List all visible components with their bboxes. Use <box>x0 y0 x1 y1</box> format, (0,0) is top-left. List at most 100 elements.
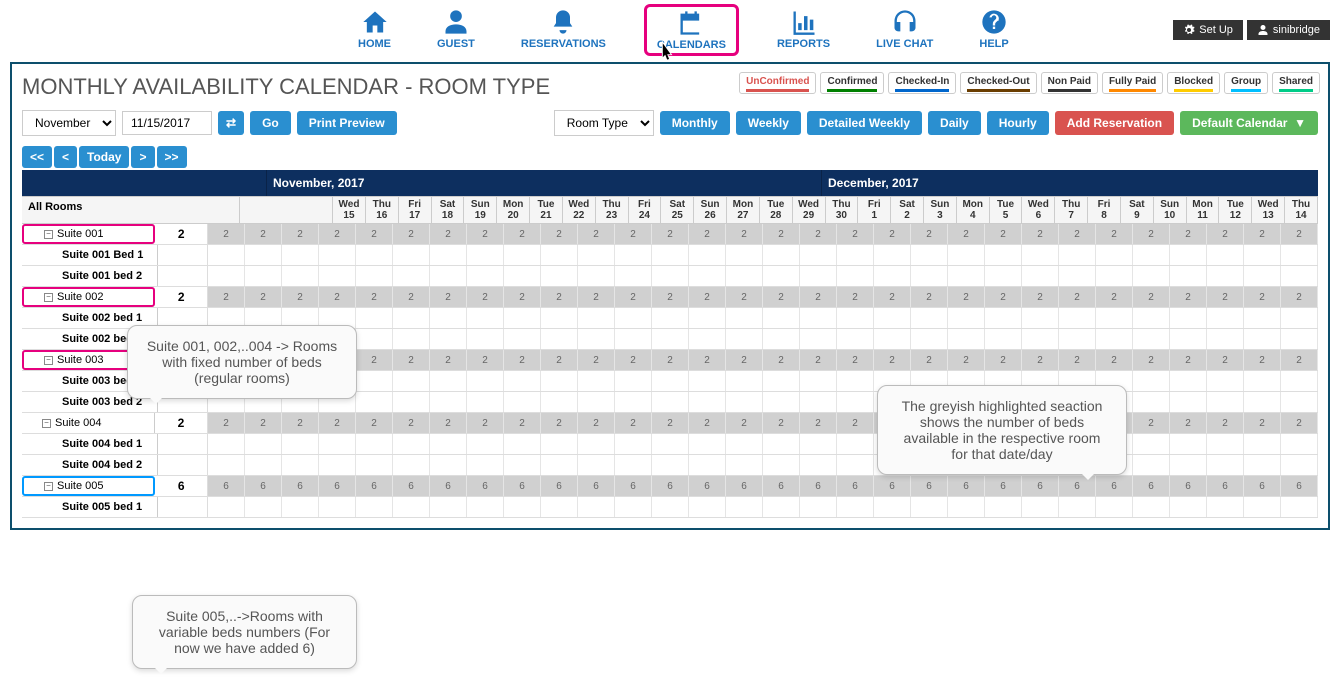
grid-cell[interactable]: 2 <box>985 350 1022 370</box>
grid-cell[interactable] <box>726 245 763 265</box>
grid-cell[interactable]: 2 <box>763 350 800 370</box>
grid-cell[interactable]: 2 <box>1207 350 1244 370</box>
grid-cell[interactable]: 6 <box>652 476 689 496</box>
grid-cell[interactable] <box>911 308 948 328</box>
grid-cell[interactable] <box>800 308 837 328</box>
grid-cell[interactable] <box>948 266 985 286</box>
grid-cell[interactable] <box>578 245 615 265</box>
grid-cell[interactable] <box>541 434 578 454</box>
grid-cell[interactable] <box>1207 245 1244 265</box>
grid-cell[interactable] <box>356 392 393 412</box>
grid-cell[interactable]: 2 <box>578 350 615 370</box>
grid-cell[interactable] <box>652 266 689 286</box>
grid-cell[interactable] <box>356 266 393 286</box>
grid-cell[interactable]: 2 <box>578 224 615 244</box>
grid-cell[interactable]: 6 <box>874 476 911 496</box>
grid-cell[interactable]: 2 <box>541 413 578 433</box>
monthly-button[interactable]: Monthly <box>660 111 730 135</box>
grid-cell[interactable] <box>282 455 319 475</box>
grid-cell[interactable] <box>356 329 393 349</box>
grid-cell[interactable] <box>615 455 652 475</box>
nav-guest[interactable]: GUEST <box>429 4 483 56</box>
grid-cell[interactable] <box>763 497 800 517</box>
grid-cell[interactable]: 2 <box>1133 413 1170 433</box>
grid-cell[interactable] <box>652 371 689 391</box>
grid-cell[interactable] <box>504 266 541 286</box>
grid-cell[interactable] <box>319 266 356 286</box>
print-preview-button[interactable]: Print Preview <box>297 111 397 135</box>
grid-cell[interactable] <box>245 434 282 454</box>
next2-button[interactable]: >> <box>157 146 187 168</box>
grid-cell[interactable] <box>430 245 467 265</box>
row-label[interactable]: −Suite 004 <box>22 413 155 433</box>
grid-cell[interactable] <box>1059 266 1096 286</box>
grid-cell[interactable] <box>689 266 726 286</box>
grid-cell[interactable] <box>1244 266 1281 286</box>
grid-cell[interactable] <box>800 371 837 391</box>
grid-cell[interactable]: 2 <box>356 287 393 307</box>
collapse-icon[interactable]: − <box>44 293 53 302</box>
grid-cell[interactable]: 2 <box>763 224 800 244</box>
grid-cell[interactable] <box>1281 308 1318 328</box>
grid-cell[interactable] <box>356 371 393 391</box>
grid-cell[interactable] <box>578 434 615 454</box>
grid-cell[interactable] <box>911 329 948 349</box>
grid-cell[interactable] <box>911 497 948 517</box>
grid-cell[interactable] <box>800 434 837 454</box>
grid-cell[interactable]: 2 <box>911 224 948 244</box>
grid-cell[interactable]: 2 <box>356 350 393 370</box>
grid-cell[interactable]: 2 <box>615 224 652 244</box>
grid-cell[interactable]: 2 <box>652 287 689 307</box>
grid-cell[interactable] <box>393 455 430 475</box>
grid-cell[interactable]: 2 <box>800 224 837 244</box>
grid-cell[interactable]: 6 <box>319 476 356 496</box>
grid-cell[interactable] <box>763 434 800 454</box>
grid-cell[interactable] <box>1170 245 1207 265</box>
grid-cell[interactable] <box>430 371 467 391</box>
grid-cell[interactable] <box>1133 392 1170 412</box>
grid-cell[interactable] <box>652 308 689 328</box>
grid-cell[interactable] <box>1133 245 1170 265</box>
grid-cell[interactable] <box>837 329 874 349</box>
collapse-icon[interactable]: − <box>44 356 53 365</box>
grid-cell[interactable]: 2 <box>837 224 874 244</box>
grid-cell[interactable] <box>282 497 319 517</box>
grid-cell[interactable] <box>837 497 874 517</box>
grid-cell[interactable]: 2 <box>504 350 541 370</box>
grid-cell[interactable] <box>948 245 985 265</box>
grid-cell[interactable] <box>430 392 467 412</box>
grid-cell[interactable]: 2 <box>652 350 689 370</box>
grid-cell[interactable] <box>504 497 541 517</box>
grid-cell[interactable] <box>282 245 319 265</box>
grid-cell[interactable] <box>356 455 393 475</box>
grid-cell[interactable] <box>800 329 837 349</box>
grid-cell[interactable] <box>1244 497 1281 517</box>
grid-cell[interactable]: 2 <box>393 350 430 370</box>
grid-cell[interactable]: 2 <box>1207 287 1244 307</box>
grid-cell[interactable]: 2 <box>800 350 837 370</box>
grid-cell[interactable]: 6 <box>1244 476 1281 496</box>
grid-cell[interactable] <box>282 434 319 454</box>
grid-cell[interactable] <box>430 266 467 286</box>
grid-cell[interactable] <box>800 455 837 475</box>
grid-cell[interactable] <box>1281 392 1318 412</box>
grid-cell[interactable] <box>652 392 689 412</box>
grid-cell[interactable]: 2 <box>1059 224 1096 244</box>
grid-cell[interactable] <box>985 308 1022 328</box>
grid-cell[interactable] <box>1133 371 1170 391</box>
grid-cell[interactable]: 2 <box>1096 350 1133 370</box>
row-label[interactable]: Suite 001 Bed 1 <box>22 245 158 265</box>
default-calendar-button[interactable]: Default Calendar ▼ <box>1180 111 1318 135</box>
grid-cell[interactable]: 2 <box>726 413 763 433</box>
grid-cell[interactable] <box>726 497 763 517</box>
grid-cell[interactable] <box>689 497 726 517</box>
grid-cell[interactable] <box>356 308 393 328</box>
nav-home[interactable]: HOME <box>350 4 399 56</box>
grid-cell[interactable]: 2 <box>467 287 504 307</box>
grid-cell[interactable]: 2 <box>652 413 689 433</box>
grid-cell[interactable] <box>1022 245 1059 265</box>
grid-cell[interactable] <box>393 371 430 391</box>
today-button[interactable]: Today <box>79 146 129 168</box>
grid-cell[interactable]: 2 <box>578 287 615 307</box>
grid-cell[interactable]: 2 <box>652 224 689 244</box>
